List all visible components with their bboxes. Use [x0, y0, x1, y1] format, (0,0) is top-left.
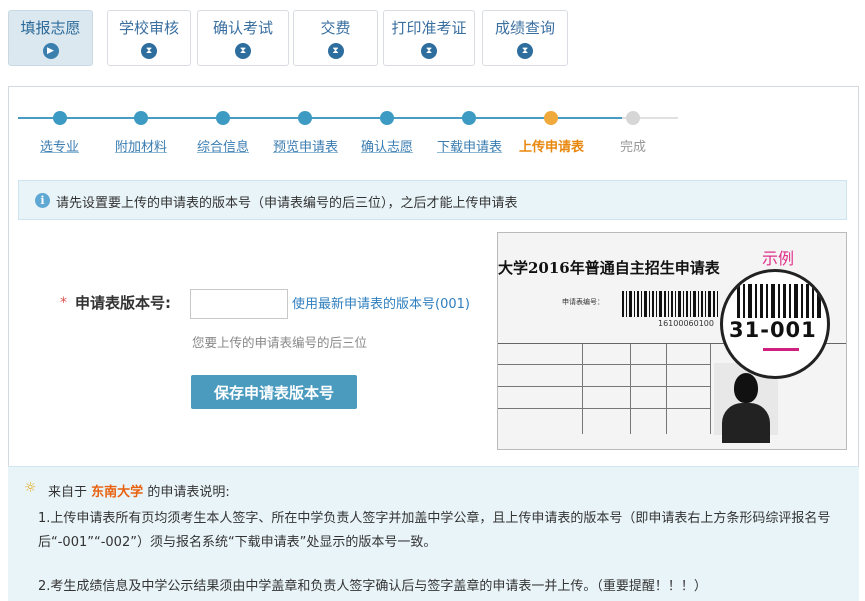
description-suffix: 的申请表说明:	[147, 485, 230, 500]
play-icon: ▶	[42, 43, 59, 59]
tab-label: 成绩查询	[494, 19, 555, 37]
magnified-underline	[763, 348, 799, 351]
lightbulb-icon: ☼	[24, 480, 37, 496]
description-line-1: 1.上传申请表所有页均须考生本人签字、所在中学负责人签字并加盖中学公章，且上传申…	[38, 511, 831, 526]
tab-score-query[interactable]: 成绩查询 ⧗	[482, 10, 568, 66]
description-line-2: 后“-001”“-002”）须与报名系统“下载申请表”处显示的版本号一致。	[38, 535, 437, 550]
notice-text: 请先设置要上传的申请表的版本号（申请表编号的后三位），之后才能上传申请表	[56, 196, 518, 211]
application-description: ☼ 来自于 东南大学 的申请表说明: 1.上传申请表所有页均须考生本人签字、所在…	[8, 466, 859, 601]
tab-fill-application[interactable]: 填报志愿 ▶	[8, 10, 93, 66]
tab-school-review[interactable]: 学校审核 ⧗	[107, 10, 191, 66]
step-general-info[interactable]: 综合信息	[197, 136, 249, 155]
tab-label: 打印准考证	[391, 19, 467, 37]
step-progress: 选专业 附加材料 综合信息 预览申请表 确认志愿 下载申请表 上传申请表 完成	[18, 108, 678, 168]
sample-title: 大学2016年普通自主招生申请表	[498, 259, 720, 277]
tab-label: 确认考试	[212, 19, 273, 37]
barcode-number: 16100060100	[658, 319, 714, 328]
step-dot-pending	[626, 111, 640, 125]
magnifier-circle: 31-001	[720, 269, 830, 379]
magnified-barcode	[737, 284, 821, 318]
tab-payment[interactable]: 交费 ⧗	[293, 10, 378, 66]
step-download-application[interactable]: 下载申请表	[437, 136, 502, 155]
magnified-code: 31-001	[729, 318, 817, 342]
hourglass-icon: ⧗	[517, 43, 533, 59]
hourglass-icon: ⧗	[421, 43, 437, 59]
hourglass-icon: ⧗	[327, 43, 344, 59]
step-preview-application[interactable]: 预览申请表	[273, 136, 338, 155]
step-line-done	[18, 117, 622, 119]
step-select-major[interactable]: 选专业	[40, 136, 79, 155]
step-complete: 完成	[620, 140, 647, 155]
version-hint: 您要上传的申请表编号的后三位	[192, 335, 368, 350]
sample-example-label: 示例	[762, 249, 795, 268]
tab-label: 填报志愿	[20, 19, 81, 37]
info-icon: i	[35, 193, 50, 208]
step-dot-current	[544, 111, 558, 125]
step-dot	[53, 111, 67, 125]
step-dot	[298, 111, 312, 125]
tab-label: 学校审核	[118, 19, 179, 37]
required-mark: *	[60, 295, 67, 311]
description-prefix: 来自于	[48, 485, 88, 500]
hourglass-icon: ⧗	[141, 43, 157, 59]
description-line-3: 2.考生成绩信息及中学公示结果须由中学盖章和负责人签字确认后与签字盖章的申请表一…	[38, 579, 707, 594]
use-latest-version-link[interactable]: 使用最新申请表的版本号(001)	[292, 293, 470, 312]
tab-confirm-exam[interactable]: 确认考试 ⧗	[197, 10, 289, 66]
tab-print-admission[interactable]: 打印准考证 ⧗	[383, 10, 475, 66]
step-dot	[134, 111, 148, 125]
info-notice: i 请先设置要上传的申请表的版本号（申请表编号的后三位），之后才能上传申请表	[18, 180, 847, 220]
version-input[interactable]	[190, 289, 288, 319]
step-dot	[380, 111, 394, 125]
hourglass-icon: ⧗	[235, 43, 251, 59]
sample-application-image: 大学2016年普通自主招生申请表 示例 申请表编号： 16100060100 3…	[497, 232, 847, 450]
save-version-button[interactable]: 保存申请表版本号	[191, 375, 357, 409]
tab-label: 交费	[320, 19, 351, 37]
version-label: 申请表版本号:	[75, 294, 171, 312]
step-upload-application: 上传申请表	[519, 140, 585, 155]
step-extra-materials[interactable]: 附加材料	[115, 136, 167, 155]
step-dot	[462, 111, 476, 125]
sample-code-label: 申请表编号：	[562, 298, 604, 306]
step-confirm-choice[interactable]: 确认志愿	[361, 136, 413, 155]
description-heading: 来自于 东南大学 的申请表说明:	[48, 481, 230, 500]
university-name: 东南大学	[91, 485, 144, 500]
step-dot	[216, 111, 230, 125]
